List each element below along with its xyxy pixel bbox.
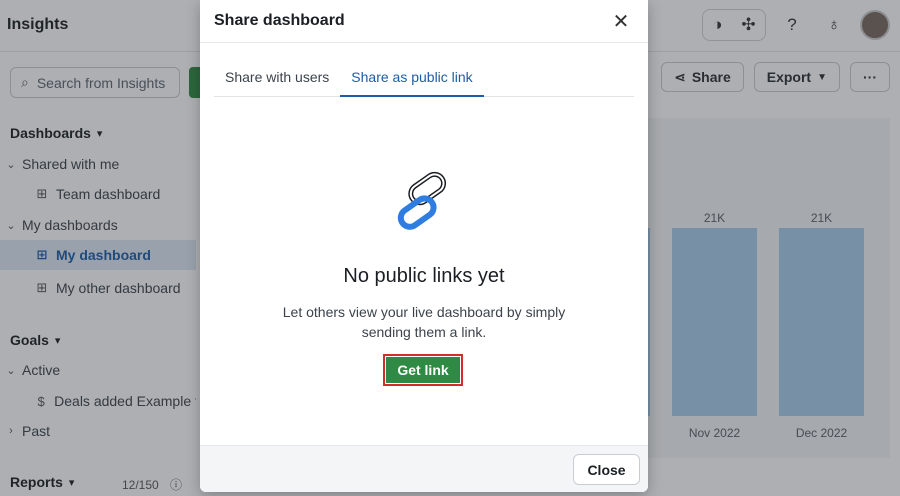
tab-share-as-public-link[interactable]: Share as public link xyxy=(340,60,484,97)
share-tabs: Share with users Share as public link xyxy=(214,60,634,97)
chain-link-icon xyxy=(397,171,447,230)
modal-header: Share dashboard ✕ xyxy=(200,0,648,43)
modal-footer: Close xyxy=(200,445,648,492)
modal-title: Share dashboard xyxy=(214,12,345,29)
close-button[interactable]: Close xyxy=(573,454,640,485)
get-link-highlight: Get link xyxy=(383,354,463,386)
empty-state-description: Let others view your live dashboard by s… xyxy=(282,304,566,340)
close-icon[interactable]: ✕ xyxy=(610,10,632,33)
empty-state-title: No public links yet xyxy=(343,265,505,287)
get-link-button[interactable]: Get link xyxy=(386,357,460,383)
share-dashboard-modal: Share dashboard ✕ Share with users Share… xyxy=(200,0,648,492)
tab-share-with-users[interactable]: Share with users xyxy=(214,60,340,97)
